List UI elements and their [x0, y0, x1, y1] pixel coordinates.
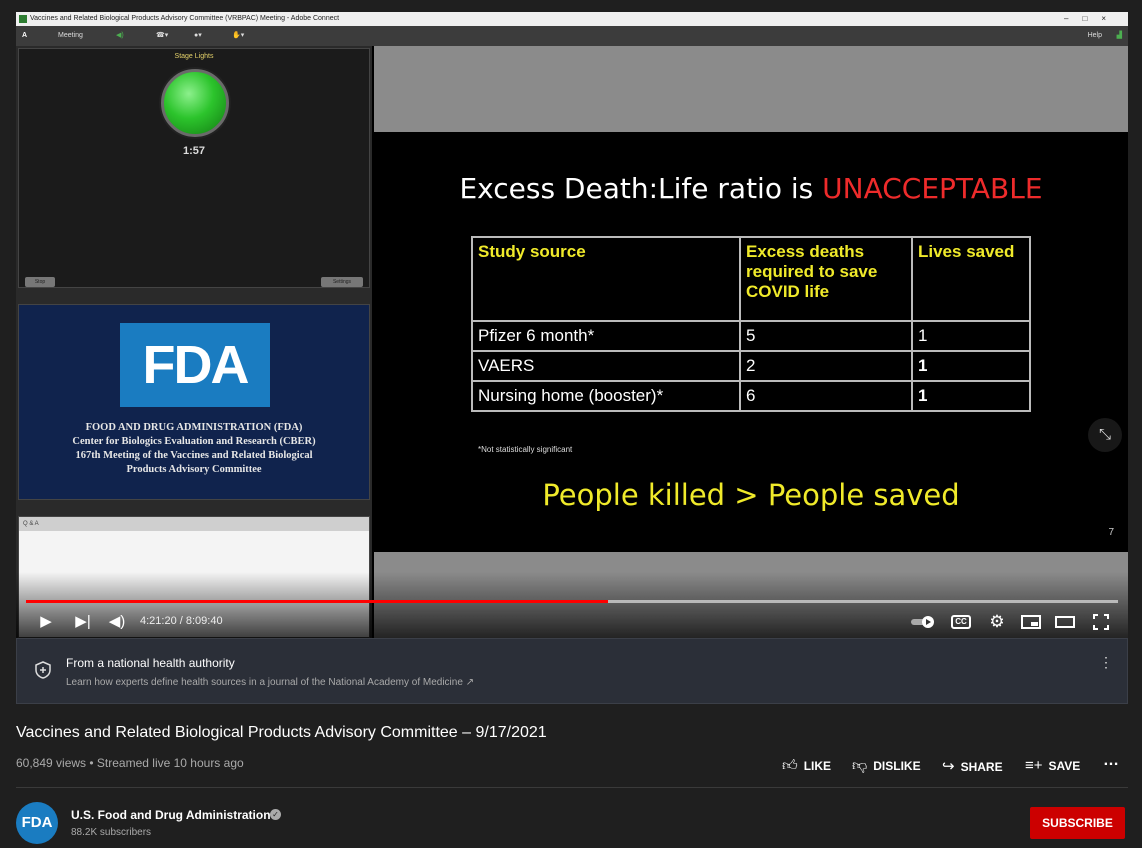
table-row: VAERS 2 1 [471, 350, 1031, 382]
speaker-timer: 1:57 [182, 145, 206, 157]
stop-button: Stop [25, 277, 55, 287]
table-cell: 1 [911, 380, 1031, 412]
qa-title: Q & A [19, 517, 369, 531]
info-panel-subtitle[interactable]: Learn how experts define health sources … [66, 677, 463, 688]
table-cell: 1 [911, 320, 1031, 352]
share-button[interactable]: ↪ SHARE [942, 757, 1003, 775]
video-stats: 60,849 views • Streamed live 10 hours ag… [16, 756, 244, 770]
captions-label: CC [951, 615, 971, 630]
next-icon[interactable]: ▶| [72, 612, 94, 632]
health-info-panel: From a national health authority Learn h… [16, 638, 1128, 704]
table-header: Lives saved [911, 236, 1031, 322]
thumbs-up-icon: 👍︎ [782, 757, 798, 774]
fda-line-3: 167th Meeting of the Vaccines and Relate… [75, 450, 313, 461]
adobe-connect-pods: Stage Lights 1:57 Stop Settings FDA FOOD… [16, 46, 372, 638]
like-button[interactable]: 👍︎ LIKE [782, 757, 831, 775]
shield-icon [35, 661, 51, 684]
fda-line-4: Products Advisory Committee [126, 464, 262, 475]
table-header: Study source [471, 236, 741, 322]
fda-line-2: Center for Biologics Evaluation and Rese… [72, 436, 316, 447]
share-label: SHARE [960, 760, 1003, 774]
avatar[interactable]: FDA [16, 802, 58, 844]
adobe-logo-icon: A [22, 32, 28, 39]
slide-table: Study source Excess deaths required to s… [471, 236, 1031, 412]
adobe-connect-menubar: A Meeting ◀) ☎▾ ●▾ ✋▾ Help ▟ [16, 26, 1128, 46]
theater-icon[interactable] [1054, 612, 1076, 632]
adobe-connect-titlebar: Vaccines and Related Biological Products… [16, 12, 1128, 26]
window-title: Vaccines and Related Biological Products… [30, 15, 340, 22]
table-cell: Nursing home (booster)* [471, 380, 741, 412]
expand-icon[interactable]: ⤡ [1088, 418, 1122, 452]
fullscreen-icon[interactable] [1090, 612, 1112, 632]
play-icon[interactable]: ▶ [36, 612, 56, 632]
table-cell: 2 [739, 350, 913, 382]
fda-logo: FDA [120, 323, 270, 407]
user-icon: ●▾ [194, 32, 202, 39]
time-display: 4:21:20 / 8:09:40 [140, 615, 223, 627]
meeting-description: FOOD AND DRUG ADMINISTRATION (FDA) Cente… [19, 421, 369, 477]
video-player[interactable]: Vaccines and Related Biological Products… [16, 12, 1128, 638]
speaker-icon: ◀) [116, 32, 124, 39]
raise-hand-icon: ✋▾ [232, 32, 245, 39]
video-title: Vaccines and Related Biological Products… [16, 724, 547, 741]
info-panel-link[interactable]: Learn how experts define health sources … [66, 677, 474, 688]
progress-played [26, 600, 609, 603]
volume-icon[interactable]: ◀) [106, 612, 128, 632]
table-header: Excess deaths required to save COVID lif… [739, 236, 913, 322]
table-cell: VAERS [471, 350, 741, 382]
green-light-indicator [161, 69, 229, 137]
fda-meeting-pod: FDA FOOD AND DRUG ADMINISTRATION (FDA) C… [18, 304, 370, 500]
miniplayer-icon[interactable] [1020, 612, 1042, 632]
table-row: Nursing home (booster)* 6 1 [471, 380, 1031, 412]
captions-icon[interactable]: CC [950, 612, 972, 632]
like-label: LIKE [803, 759, 832, 773]
external-link-icon: ↗ [465, 677, 475, 688]
subscriber-count: 88.2K subscribers [71, 827, 152, 838]
player-controls: ▶ ▶| ◀) 4:21:20 / 8:09:40 CC ⚙ [16, 572, 1128, 638]
table-row: Pfizer 6 month* 5 1 [471, 320, 1031, 352]
settings-button: Settings [321, 277, 363, 287]
slide-title: Excess Death:Life ratio is UNACCEPTABLE [374, 172, 1128, 205]
slide-area: Excess Death:Life ratio is UNACCEPTABLE … [374, 46, 1128, 638]
verified-check-icon: ✓ [270, 809, 281, 820]
save-label: SAVE [1048, 759, 1081, 773]
slide-footnote: *Not statistically significant [478, 445, 573, 454]
divider [16, 787, 1128, 788]
more-actions-icon[interactable]: … [1103, 752, 1119, 770]
playlist-add-icon: ≡+ [1025, 757, 1043, 774]
connection-icon: ▟ [1116, 32, 1122, 39]
slide-page-number: 7 [1108, 527, 1114, 538]
stage-lights-title: Stage Lights [174, 53, 214, 60]
table-cell: 5 [739, 320, 913, 352]
gear-icon[interactable]: ⚙ [986, 612, 1008, 632]
table-header-row: Study source Excess deaths required to s… [471, 236, 1031, 322]
presentation-slide: Excess Death:Life ratio is UNACCEPTABLE … [374, 132, 1128, 552]
channel-name[interactable]: U.S. Food and Drug Administration [71, 808, 271, 822]
progress-bar[interactable] [26, 600, 1118, 603]
table-cell: 6 [739, 380, 913, 412]
slide-title-prefix: Excess Death:Life ratio is [459, 172, 823, 205]
table-cell: 1 [911, 350, 1031, 382]
menu-help: Help [1087, 32, 1102, 39]
autoplay-toggle-icon[interactable] [910, 612, 936, 632]
fda-line-1: FOOD AND DRUG ADMINISTRATION (FDA) [85, 422, 303, 433]
share-icon: ↪ [942, 758, 955, 775]
dislike-label: DISLIKE [873, 759, 921, 773]
thumbs-down-icon: 👎︎ [852, 757, 868, 774]
save-button[interactable]: ≡+ SAVE [1025, 757, 1080, 774]
info-panel-title: From a national health authority [66, 656, 235, 670]
slide-conclusion: People killed > People saved [542, 478, 960, 512]
subscribe-button[interactable]: SUBSCRIBE [1030, 807, 1125, 839]
table-cell: Pfizer 6 month* [471, 320, 741, 352]
window-controls: –□× [1064, 14, 1120, 23]
slide-title-highlight: UNACCEPTABLE [822, 172, 1043, 205]
dislike-button[interactable]: 👎︎ DISLIKE [852, 757, 921, 775]
app-icon [19, 15, 27, 23]
more-options-icon[interactable]: ⋮ [1099, 654, 1113, 671]
menu-meeting: Meeting [58, 32, 83, 39]
stage-lights-pod: Stage Lights 1:57 Stop Settings [18, 48, 370, 288]
phone-icon: ☎▾ [156, 32, 169, 39]
